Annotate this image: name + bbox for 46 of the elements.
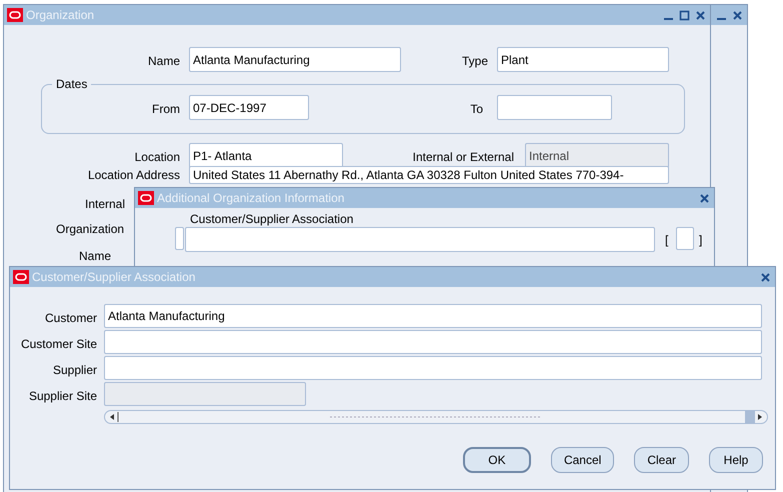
app-logo-icon [13, 270, 29, 284]
field-label: Location [134, 150, 180, 164]
field-label: To [470, 102, 483, 116]
record-indicator[interactable] [175, 227, 184, 250]
maximize-icon[interactable] [678, 8, 691, 22]
dialog-button[interactable]: Clear [634, 447, 689, 473]
app-logo-icon [138, 191, 154, 205]
field-label: Internal or External [412, 150, 514, 164]
text-field[interactable]: P1- Atlanta [189, 143, 343, 168]
horizontal-scrollbar[interactable] [104, 410, 768, 424]
bracket: [ [665, 233, 668, 247]
close-icon[interactable] [698, 192, 711, 204]
field-label: Name [79, 249, 112, 263]
field-label: Customer [44, 311, 97, 325]
close-icon[interactable] [759, 270, 772, 284]
window-title: Customer/Supplier Association [32, 270, 196, 284]
text-field[interactable]: Atlanta Manufacturing [104, 304, 762, 328]
app-logo-icon [7, 8, 23, 22]
field-label: Internal [85, 197, 126, 211]
group-label: Dates [52, 77, 92, 91]
field-label: Name [148, 54, 180, 68]
field-label: From [152, 102, 180, 116]
field-label: Supplier [52, 363, 97, 377]
text-field[interactable] [497, 95, 612, 120]
field-label: Supplier Site [28, 389, 97, 403]
dialog-button[interactable]: Help [709, 447, 763, 473]
dialog-button[interactable]: OK [462, 447, 531, 473]
text-field[interactable]: Atlanta Manufacturing [189, 47, 401, 72]
field-label: Customer Site [20, 337, 97, 351]
text-field[interactable]: United States 11 Abernathy Rd., Atlanta GA 30328 Fulton United States 770-394- [189, 166, 669, 184]
close-icon[interactable] [694, 8, 707, 22]
dialog-button[interactable]: Cancel [550, 447, 614, 473]
text-field[interactable] [185, 227, 655, 252]
bracket: ] [699, 233, 702, 247]
checkbox[interactable] [676, 227, 694, 250]
field-label: Organization [56, 222, 124, 236]
window-title: Additional Organization Information [157, 191, 346, 205]
field-label: Type [462, 54, 488, 68]
window-title: Organization [26, 8, 96, 22]
close-icon[interactable] [731, 8, 744, 22]
field-label: Customer/Supplier Association [190, 212, 354, 226]
text-field[interactable]: Plant [497, 47, 669, 72]
text-field[interactable] [104, 356, 762, 380]
field-label: Location Address [88, 168, 180, 182]
text-field[interactable]: 07-DEC-1997 [189, 95, 309, 120]
text-field[interactable] [104, 330, 762, 354]
